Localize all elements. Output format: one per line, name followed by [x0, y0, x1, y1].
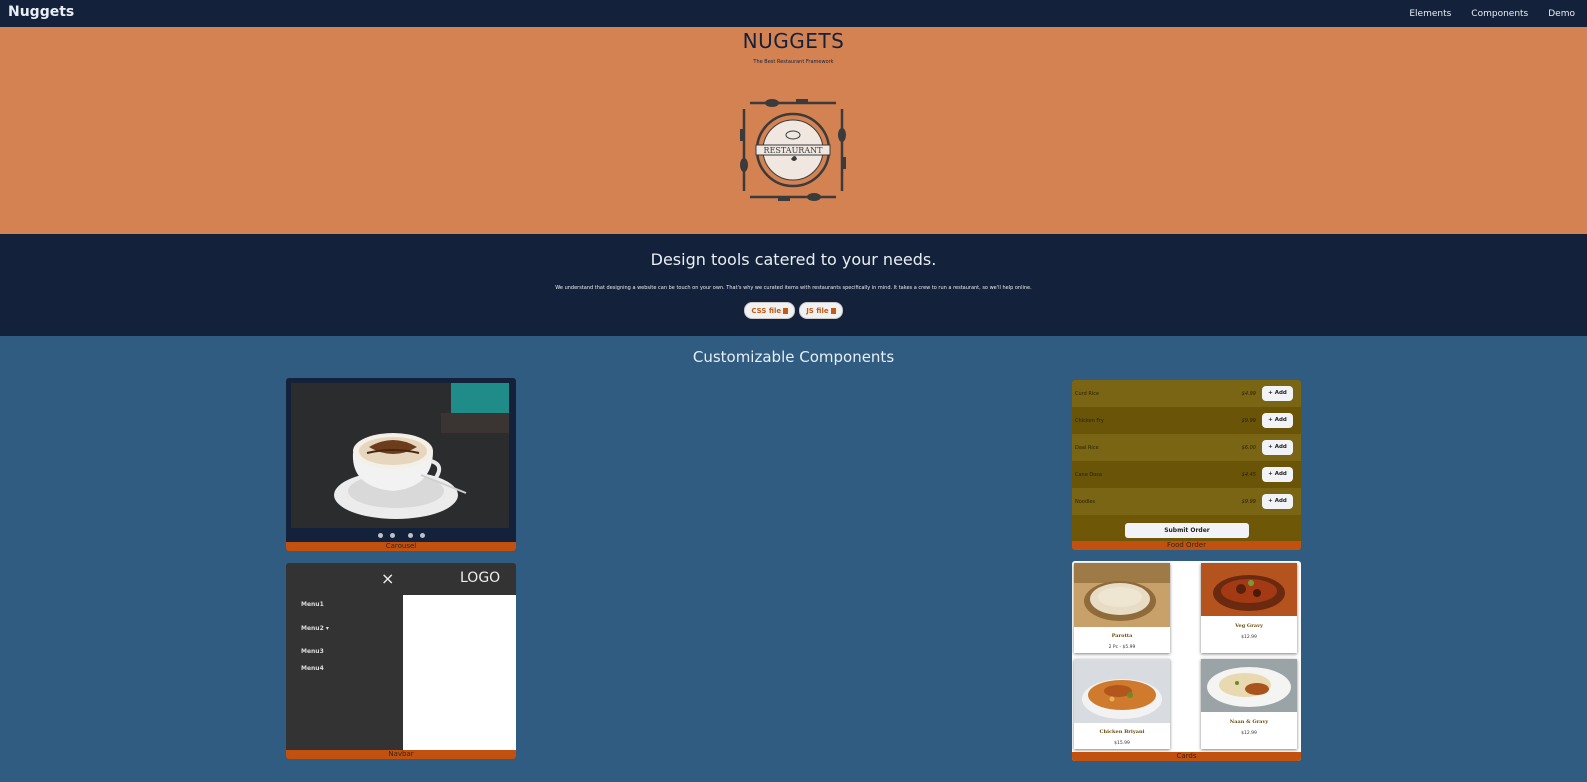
- food-card[interactable]: Chicken Briyani $15.99: [1074, 659, 1170, 749]
- food-card-name: Veg Gravy: [1235, 623, 1263, 629]
- navbar-label: Navbar: [286, 750, 516, 759]
- navbar-menu-item[interactable]: Menu4: [301, 665, 324, 672]
- food-name: Curd Rice: [1075, 391, 1100, 397]
- food-price: $4.45: [1241, 472, 1256, 478]
- css-file-button[interactable]: CSS file: [744, 302, 796, 319]
- restaurant-logo: RESTAURANT: [738, 95, 848, 205]
- hero-subtitle: The Best Restaurant Framework: [753, 59, 834, 65]
- download-buttons: CSS file JS file: [0, 302, 1587, 319]
- food-card-price: $12.99: [1241, 731, 1257, 736]
- navbar-logo[interactable]: LOGO: [460, 570, 500, 586]
- food-card[interactable]: Parotta 2 Pc - $5.99: [1074, 563, 1170, 653]
- add-button[interactable]: + Add: [1262, 386, 1293, 401]
- carousel-dot[interactable]: [389, 533, 395, 538]
- carousel-dot[interactable]: [407, 533, 413, 538]
- file-icon: [783, 307, 789, 314]
- carousel-dots: [286, 533, 516, 538]
- food-card-price: 2 Pc - $5.99: [1108, 645, 1136, 650]
- brand-logo[interactable]: Nuggets: [8, 4, 74, 20]
- food-order-label: Food Order: [1072, 541, 1301, 550]
- components-title: Customizable Components: [692, 348, 895, 366]
- food-item-row: Curd Rice $4.99 + Add: [1072, 380, 1301, 407]
- food-card-name: Naan & Gravy: [1229, 719, 1269, 725]
- carousel-dot[interactable]: [419, 533, 425, 538]
- food-price: $4.99: [1241, 391, 1256, 397]
- food-item-row: Cane Dosa $4.45 + Add: [1072, 461, 1301, 488]
- food-price: $6.00: [1241, 445, 1256, 451]
- add-button[interactable]: + Add: [1262, 413, 1293, 428]
- food-card-image: [1201, 659, 1297, 712]
- submit-order-button[interactable]: Submit Order: [1125, 523, 1249, 538]
- carousel-label: Carousel: [286, 542, 516, 551]
- js-file-label: JS file: [806, 306, 829, 315]
- js-file-button[interactable]: JS file: [799, 302, 843, 319]
- logo-text: RESTAURANT: [764, 146, 824, 155]
- navbar-menu-item[interactable]: Menu1: [301, 601, 324, 608]
- food-price: $9.99: [1241, 499, 1256, 505]
- file-icon: [830, 307, 836, 314]
- section-text: We understand that designing a website c…: [555, 285, 1032, 291]
- add-button[interactable]: + Add: [1262, 467, 1293, 482]
- food-card[interactable]: Naan & Gravy $12.99: [1201, 659, 1297, 749]
- food-name: Noodles: [1075, 499, 1096, 505]
- food-item-row: Chicken Fry $9.99 + Add: [1072, 407, 1301, 434]
- nav-link-components[interactable]: Components: [1471, 9, 1528, 19]
- carousel-component[interactable]: Carousel: [286, 378, 516, 551]
- food-name: Cane Dosa: [1075, 472, 1102, 478]
- hero-title: NUGGETS: [742, 29, 845, 53]
- add-button[interactable]: + Add: [1262, 494, 1293, 509]
- food-price: $9.99: [1241, 418, 1256, 424]
- cards-component: Parotta 2 Pc - $5.99 Veg Gravy $12.99 Ch…: [1072, 561, 1301, 761]
- food-card-name: Chicken Briyani: [1099, 729, 1145, 735]
- food-card-image: [1074, 659, 1170, 723]
- hero-section: NUGGETS The Best Restaurant Framework RE…: [0, 27, 1587, 234]
- nav-link-demo[interactable]: Demo: [1548, 9, 1575, 19]
- top-navbar: Nuggets Elements Components Demo: [0, 0, 1587, 27]
- css-file-label: CSS file: [751, 306, 782, 315]
- food-card-price: $15.99: [1114, 741, 1130, 746]
- food-name: Chicken Fry: [1075, 418, 1104, 424]
- design-tools-section: Design tools catered to your needs. We u…: [0, 234, 1587, 336]
- cards-label: Cards: [1072, 752, 1301, 761]
- food-card-image: [1074, 563, 1170, 627]
- nav-links: Elements Components Demo: [1409, 9, 1575, 19]
- carousel-dot[interactable]: [377, 533, 383, 538]
- section-title: Design tools catered to your needs.: [650, 250, 937, 269]
- food-order-component: Curd Rice $4.99 + Add Chicken Fry $9.99 …: [1072, 380, 1301, 550]
- navbar-menu-item[interactable]: Menu2 ▾: [301, 625, 329, 632]
- food-card-price: $12.99: [1241, 635, 1257, 640]
- food-name: Daal Rice: [1075, 445, 1099, 451]
- food-card-name: Parotta: [1111, 633, 1133, 639]
- nav-link-elements[interactable]: Elements: [1409, 9, 1451, 19]
- navbar-component: × LOGO Menu1 Menu2 ▾ Menu3 Menu4 Navbar: [286, 563, 516, 759]
- add-button[interactable]: + Add: [1262, 440, 1293, 455]
- close-icon[interactable]: ×: [381, 569, 394, 588]
- navbar-content-area: [403, 595, 516, 750]
- food-card-image: [1201, 563, 1297, 616]
- food-item-row: Daal Rice $6.00 + Add: [1072, 434, 1301, 461]
- carousel-image: [291, 383, 509, 528]
- food-card[interactable]: Veg Gravy $12.99: [1201, 563, 1297, 653]
- navbar-menu-item[interactable]: Menu3: [301, 648, 324, 655]
- food-item-row: Noodles $9.99 + Add: [1072, 488, 1301, 515]
